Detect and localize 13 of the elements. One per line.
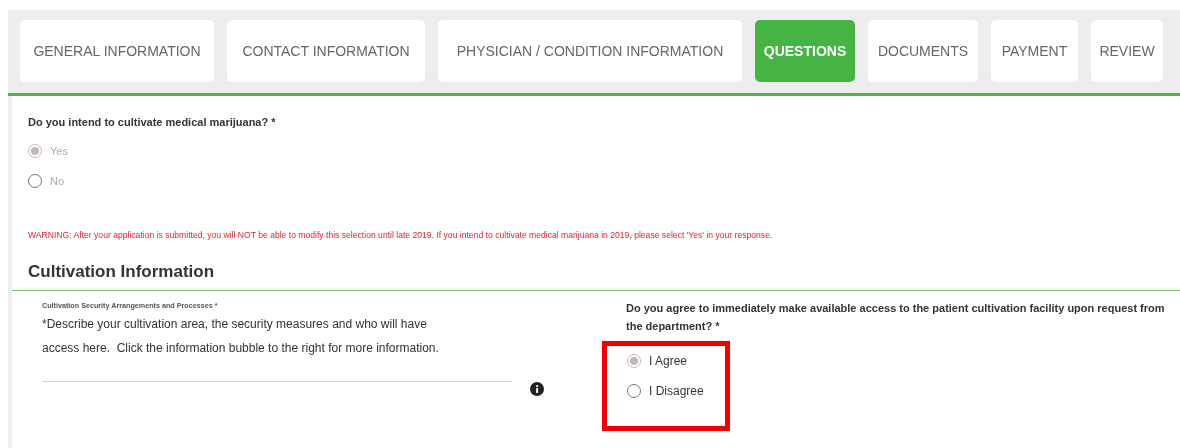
info-icon[interactable] bbox=[530, 382, 544, 396]
tab[interactable]: CONTACT INFORMATION bbox=[227, 20, 425, 82]
tab[interactable]: DOCUMENTS bbox=[868, 20, 978, 82]
tab[interactable]: PHYSICIAN / CONDITION INFORMATION bbox=[438, 20, 742, 82]
radio-option[interactable]: I Disagree bbox=[627, 384, 725, 398]
warning-text: WARNING: After your application is submitted, you will NOT be able to modify this selection until late 2019. If you intend to cultivate medical marijuana in 2019, please select 'Yes' in your response. bbox=[28, 230, 774, 240]
tab[interactable]: GENERAL INFORMATION bbox=[20, 20, 214, 82]
section-title: Cultivation Information bbox=[12, 262, 1180, 291]
tab[interactable]: PAYMENT bbox=[991, 20, 1078, 82]
radio-option[interactable]: I Agree bbox=[627, 354, 725, 368]
tab[interactable]: REVIEW bbox=[1091, 20, 1163, 82]
question-label: Do you agree to immediately make available access to the patient cultivation facility upon request from the department? * bbox=[626, 301, 1166, 334]
question-label: Do you intend to cultivate medical marijuana? * bbox=[28, 116, 277, 128]
